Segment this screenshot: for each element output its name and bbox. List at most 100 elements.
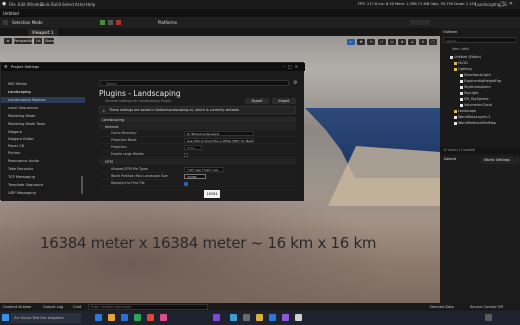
rotate-icon[interactable]: ↻ <box>367 39 376 45</box>
outliner-item[interactable]: ExponentialHeightFog <box>460 79 501 83</box>
menu-tools[interactable]: Tools <box>40 2 50 7</box>
window-controls[interactable]: –□✕ <box>494 1 517 7</box>
taskbar-app-icon[interactable] <box>108 314 115 321</box>
cache-directory-field[interactable]: D:/Temp/Landscaping <box>184 131 254 136</box>
taskbar-app-icon[interactable] <box>160 314 167 321</box>
import-button[interactable]: Import <box>272 98 296 104</box>
console-input[interactable]: Enter Console Command <box>88 304 208 310</box>
taskbar-app-icon[interactable] <box>243 314 250 321</box>
viewport-menu-icon[interactable]: ≡ <box>4 38 12 44</box>
taskbar-app-icon[interactable] <box>147 314 154 321</box>
platforms-dropdown[interactable]: Platforms <box>158 20 177 25</box>
outliner-item[interactable]: VolumetricCloud <box>460 103 492 107</box>
lit-button[interactable]: Lit <box>34 38 43 44</box>
outliner-search-placeholder: Search... <box>446 39 460 43</box>
sidebar-scrollbar[interactable] <box>81 176 83 194</box>
perspective-button[interactable]: Perspective <box>14 38 34 44</box>
grid-snap-icon[interactable]: # <box>398 39 407 45</box>
windows-start-icon[interactable] <box>2 314 9 321</box>
outliner-item[interactable]: Landscape <box>454 109 476 113</box>
translate-icon[interactable]: ✥ <box>357 39 366 45</box>
sidebar-item-modeling-mode-tools[interactable]: Modeling Mode Tools <box>8 122 45 126</box>
mode-selector[interactable]: Selection Mode <box>12 20 43 25</box>
settings-search-input[interactable]: ⌕ Search <box>99 80 289 86</box>
tab-world-settings[interactable]: World Settings <box>481 157 519 164</box>
show-button[interactable]: Show <box>44 38 55 44</box>
section-dtm[interactable]: DTM <box>99 159 296 165</box>
select-tool-icon[interactable]: ↖ <box>346 39 355 45</box>
export-button[interactable]: Export <box>245 98 269 104</box>
outliner-item[interactable]: Lighting <box>454 67 472 71</box>
stop-icon[interactable] <box>116 20 121 25</box>
filter-gear-icon[interactable]: ⚙ <box>293 80 297 86</box>
menu-file[interactable]: File <box>9 2 16 7</box>
play-icon[interactable] <box>100 20 105 25</box>
sidebar-item-landscaping-mapbox[interactable]: Landscaping Mapbox <box>8 98 46 102</box>
world-local-icon[interactable]: ◎ <box>387 39 396 45</box>
tab-details[interactable]: Details <box>444 157 456 161</box>
projection-field[interactable]: EPSG <box>184 145 202 150</box>
taskbar-app-icon[interactable] <box>269 314 276 321</box>
sidebar-item-level-sequences[interactable]: Level Sequences <box>8 106 38 110</box>
taskbar-search-input[interactable]: Zur Suche Text hier eingeben <box>11 313 81 323</box>
sidebar-item-template-sequence[interactable]: Template Sequence <box>8 183 43 187</box>
taskbar-app-icon[interactable] <box>256 314 263 321</box>
project-settings-titlebar[interactable]: ⚙ Project Settings –□✕ <box>1 63 305 71</box>
sidebar-item-landscaping[interactable]: Landscaping <box>8 90 31 94</box>
taskbar-app-icon[interactable] <box>121 314 128 321</box>
menu-build[interactable]: Build <box>51 2 61 7</box>
level-tab[interactable]: Untitled <box>3 11 19 16</box>
pause-icon[interactable] <box>108 20 113 25</box>
taskbar-app-icon[interactable] <box>213 314 220 321</box>
menu-actor[interactable]: Actor <box>75 2 86 7</box>
source-control-button[interactable]: Source Control Off <box>470 305 503 309</box>
outliner-search-input[interactable]: Search... <box>443 37 517 43</box>
menu-select[interactable]: Select <box>62 2 74 7</box>
save-icon[interactable] <box>3 20 8 25</box>
sidebar-item-modeling-mode[interactable]: Modeling Mode <box>8 114 35 118</box>
sidebar-item-take-recorder[interactable]: Take Recorder <box>8 167 33 171</box>
menu-edit[interactable]: Edit <box>18 2 26 7</box>
outliner-item[interactable]: WorldDataLayers-1 <box>454 115 490 119</box>
allowed-dtm-field[interactable]: *.tif;*.asc;*.hgt;*.xyz <box>184 167 224 172</box>
menu-help[interactable]: Help <box>86 2 95 7</box>
sidebar-item-python[interactable]: Python <box>8 151 20 155</box>
sidebar-item-resonance-audio[interactable]: Resonance Audio <box>8 159 39 163</box>
section-landscaping[interactable]: Landscaping <box>99 117 296 123</box>
taskbar-app-icon[interactable] <box>230 314 237 321</box>
max-landscape-size-field[interactable]: 16384 <box>184 174 206 179</box>
camera-speed-icon[interactable]: 4 <box>418 39 427 45</box>
scale-icon[interactable]: ⤢ <box>377 39 386 45</box>
sidebar-item-niagara-editor[interactable]: Niagara Editor <box>8 137 34 141</box>
taskbar-app-icon[interactable] <box>282 314 289 321</box>
viewport-tab[interactable]: Viewport 1 <box>28 29 58 36</box>
outliner-item[interactable]: SM_SkySphere <box>460 97 489 101</box>
angle-snap-icon[interactable]: ∠ <box>408 39 417 45</box>
outliner-item[interactable]: WorldPartitionMiniMap <box>454 121 496 125</box>
sidebar-item-paper-2d[interactable]: Paper 2D <box>8 144 24 148</box>
window-close-icon[interactable]: –□✕ <box>283 64 301 69</box>
enable-large-worlds-checkbox[interactable] <box>184 152 188 157</box>
outliner-item[interactable]: SkyLight <box>460 91 478 95</box>
cmd-dropdown[interactable]: Cmd <box>73 305 81 309</box>
maximize-icon[interactable]: ▢ <box>429 39 437 45</box>
content-drawer-button[interactable]: Content Drawer <box>3 305 32 309</box>
reproject-checkbox[interactable] <box>184 181 188 186</box>
taskbar-app-icon[interactable] <box>134 314 141 321</box>
outliner-item[interactable]: SkyAtmosphere <box>460 85 491 89</box>
sidebar-item-img-media[interactable]: IMG Media <box>8 82 27 86</box>
outliner-item[interactable]: Untitled (Editor) <box>450 55 481 59</box>
taskbar-tray-icon[interactable] <box>485 314 492 321</box>
derived-data-button[interactable]: Derived Data <box>430 305 454 309</box>
unreal-logo-icon[interactable]: ◉ <box>2 1 6 7</box>
output-log-button[interactable]: Output Log <box>43 305 63 309</box>
outliner-item[interactable]: HLOD <box>454 61 468 65</box>
sidebar-item-tcp-messaging[interactable]: TCP Messaging <box>8 175 35 179</box>
sidebar-item-niagara[interactable]: Niagara <box>8 130 22 134</box>
projection-mode-dropdown[interactable]: Use CRS of Input File or EPSG 3857 for M… <box>184 138 254 143</box>
taskbar-app-icon[interactable] <box>295 314 302 321</box>
sidebar-item-udp-messaging[interactable]: UDP Messaging <box>8 191 36 195</box>
outliner-item[interactable]: DirectionalLight <box>460 73 491 77</box>
settings-button[interactable] <box>410 20 430 25</box>
taskbar-app-icon[interactable] <box>95 314 102 321</box>
